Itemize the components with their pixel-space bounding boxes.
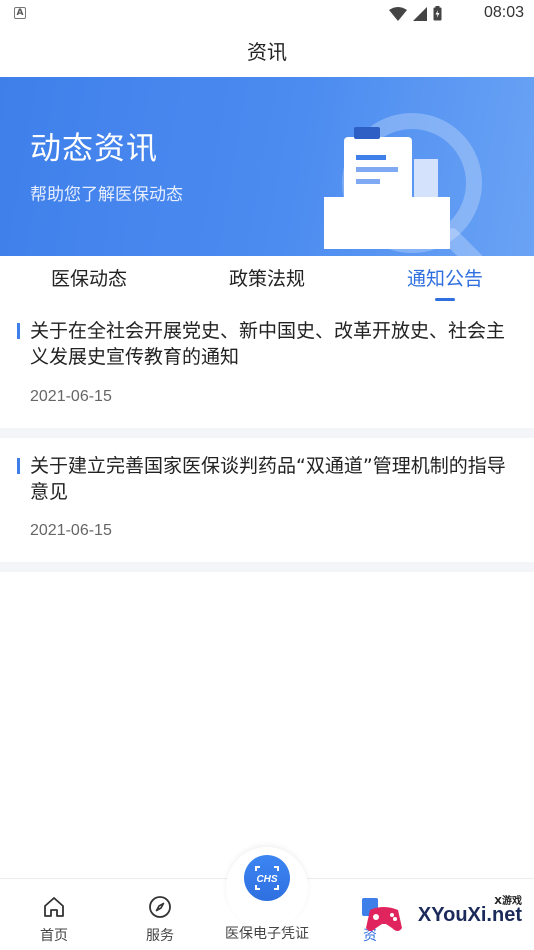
nav-item-home[interactable]: 首页 <box>14 895 94 945</box>
banner-illustration-icon <box>324 113 484 256</box>
bottom-nav: 首页 服务 CHS 医保电子凭证 资 X游戏 XYouXi.net <box>0 847 534 950</box>
banner-title: 动态资讯 <box>30 131 158 167</box>
status-icons <box>389 6 442 21</box>
tab-notices[interactable]: 通知公告 <box>356 257 534 303</box>
compass-icon <box>149 896 171 918</box>
tab-medical-news[interactable]: 医保动态 <box>0 257 178 303</box>
list-divider <box>0 562 534 572</box>
list-divider <box>0 428 534 438</box>
wifi-icon <box>389 6 407 21</box>
notification-badge-icon: A <box>14 7 26 19</box>
news-date: 2021-06-15 <box>30 388 112 405</box>
watermark: X游戏 XYouXi.net <box>358 890 530 944</box>
signal-icon <box>413 6 427 21</box>
banner-subtitle: 帮助您了解医保动态 <box>30 185 183 205</box>
news-banner: 动态资讯 帮助您了解医保动态 <box>0 77 534 256</box>
status-bar: A 08:03 <box>0 0 534 28</box>
news-date: 2021-06-15 <box>30 522 112 539</box>
news-item[interactable]: 关于在全社会开展党史、新中国史、改革开放史、社会主义发展史宣传教育的通知 202… <box>0 305 534 428</box>
nav-label-service: 服务 <box>146 928 174 944</box>
page-title: 资讯 <box>247 40 287 64</box>
news-title: 关于在全社会开展党史、新中国史、改革开放史、社会主义发展史宣传教育的通知 <box>30 320 506 368</box>
news-item[interactable]: 关于建立完善国家医保谈判药品“双通道”管理机制的指导意见 2021-06-15 <box>0 438 534 562</box>
news-title: 关于建立完善国家医保谈判药品“双通道”管理机制的指导意见 <box>30 455 506 503</box>
nav-label-e-voucher[interactable]: 医保电子凭证 <box>212 923 322 943</box>
watermark-text: XYouXi.net <box>417 904 522 926</box>
title-bar: 资讯 <box>0 28 534 76</box>
gamepad-logo-icon <box>366 907 402 931</box>
home-icon <box>44 897 64 917</box>
chs-button[interactable]: CHS <box>244 855 290 901</box>
chs-icon: CHS <box>255 866 279 890</box>
status-time: 08:03 <box>483 4 524 21</box>
news-marker <box>17 323 20 339</box>
category-tabs: 医保动态 政策法规 通知公告 <box>0 257 534 303</box>
nav-label-home: 首页 <box>40 928 68 944</box>
news-marker <box>17 458 20 474</box>
chs-text: CHS <box>256 874 277 885</box>
tab-policy-regulations[interactable]: 政策法规 <box>178 257 356 303</box>
battery-icon <box>433 6 442 21</box>
nav-item-service[interactable]: 服务 <box>120 895 200 945</box>
